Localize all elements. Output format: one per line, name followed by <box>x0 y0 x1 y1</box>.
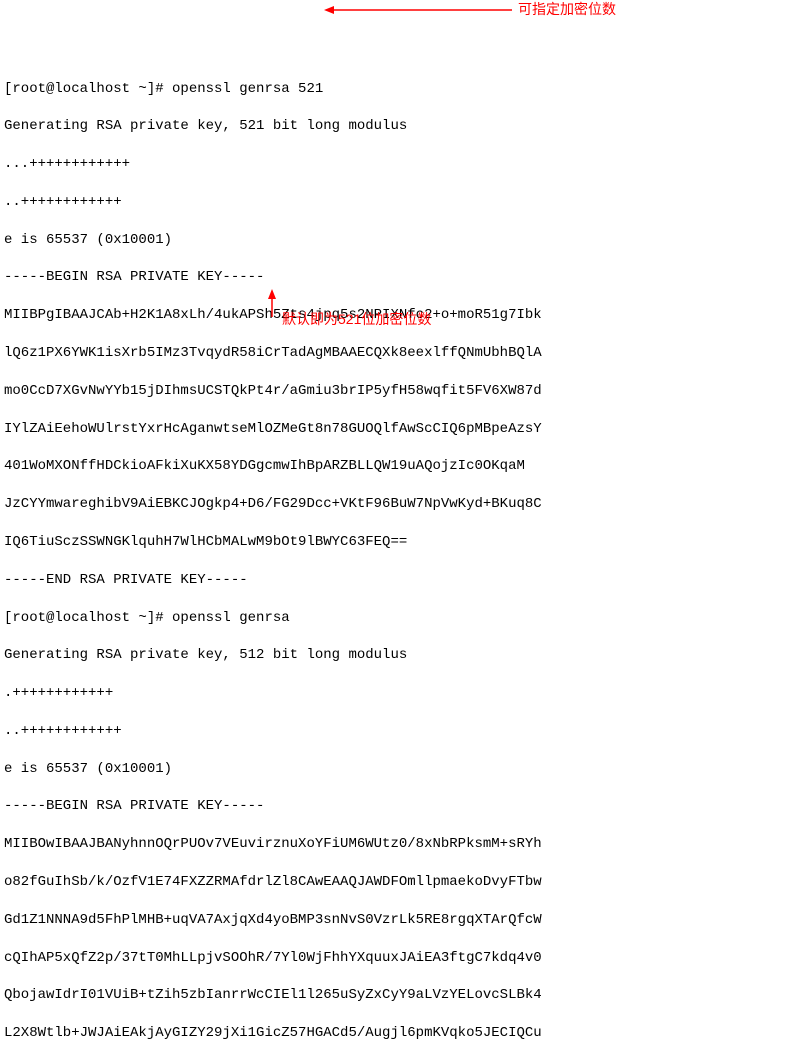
terminal-line: IYlZAiEehoWUlrstYxrHcAganwtseMlOZMeGt8n7… <box>4 420 797 439</box>
terminal-line: Generating RSA private key, 521 bit long… <box>4 117 797 136</box>
terminal-line: -----BEGIN RSA PRIVATE KEY----- <box>4 797 797 816</box>
arrow-top-icon <box>324 2 514 18</box>
terminal-line: IQ6TiuSczSSWNGKlquhH7WlHCbMALwM9bOt9lBWY… <box>4 533 797 552</box>
terminal-line: cQIhAP5xQfZ2p/37tT0MhLLpjvSOOhR/7Yl0WjFh… <box>4 949 797 968</box>
annotation-bottom: 默认即为521位加密位数 <box>282 310 431 329</box>
terminal-line: [root@localhost ~]# openssl genrsa <box>4 609 797 628</box>
terminal-line: Generating RSA private key, 512 bit long… <box>4 646 797 665</box>
terminal-line: 401WoMXONffHDCkioAFkiXuKX58YDGgcmwIhBpAR… <box>4 457 797 476</box>
terminal-line: QbojawIdrI01VUiB+tZih5zbIanrrWcCIEl1l265… <box>4 986 797 1005</box>
terminal-line: ..++++++++++++ <box>4 722 797 741</box>
terminal-line: ..++++++++++++ <box>4 193 797 212</box>
terminal-line: lQ6z1PX6YWK1isXrb5IMz3TvqydR58iCrTadAgMB… <box>4 344 797 363</box>
terminal-line: o82fGuIhSb/k/OzfV1E74FXZZRMAfdrlZl8CAwEA… <box>4 873 797 892</box>
terminal-line: [root@localhost ~]# openssl genrsa 521 <box>4 80 797 99</box>
terminal-line: e is 65537 (0x10001) <box>4 231 797 250</box>
terminal-line: Gd1Z1NNNA9d5FhPlMHB+uqVA7AxjqXd4yoBMP3sn… <box>4 911 797 930</box>
annotation-top: 可指定加密位数 <box>518 0 616 19</box>
terminal-line: ...++++++++++++ <box>4 155 797 174</box>
terminal-line: mo0CcD7XGvNwYYb15jDIhmsUCSTQkPt4r/aGmiu3… <box>4 382 797 401</box>
terminal-line: MIIBOwIBAAJBANyhnnOQrPUOv7VEuvirznuXoYFi… <box>4 835 797 854</box>
terminal-line: e is 65537 (0x10001) <box>4 760 797 779</box>
terminal-line: -----END RSA PRIVATE KEY----- <box>4 571 797 590</box>
terminal-line: L2X8Wtlb+JWJAiEAkjAyGIZY29jXi1GicZ57HGAC… <box>4 1024 797 1043</box>
terminal-line: JzCYYmwareghibV9AiEBKCJOgkp4+D6/FG29Dcc+… <box>4 495 797 514</box>
terminal-line: -----BEGIN RSA PRIVATE KEY----- <box>4 268 797 287</box>
terminal-line: .++++++++++++ <box>4 684 797 703</box>
